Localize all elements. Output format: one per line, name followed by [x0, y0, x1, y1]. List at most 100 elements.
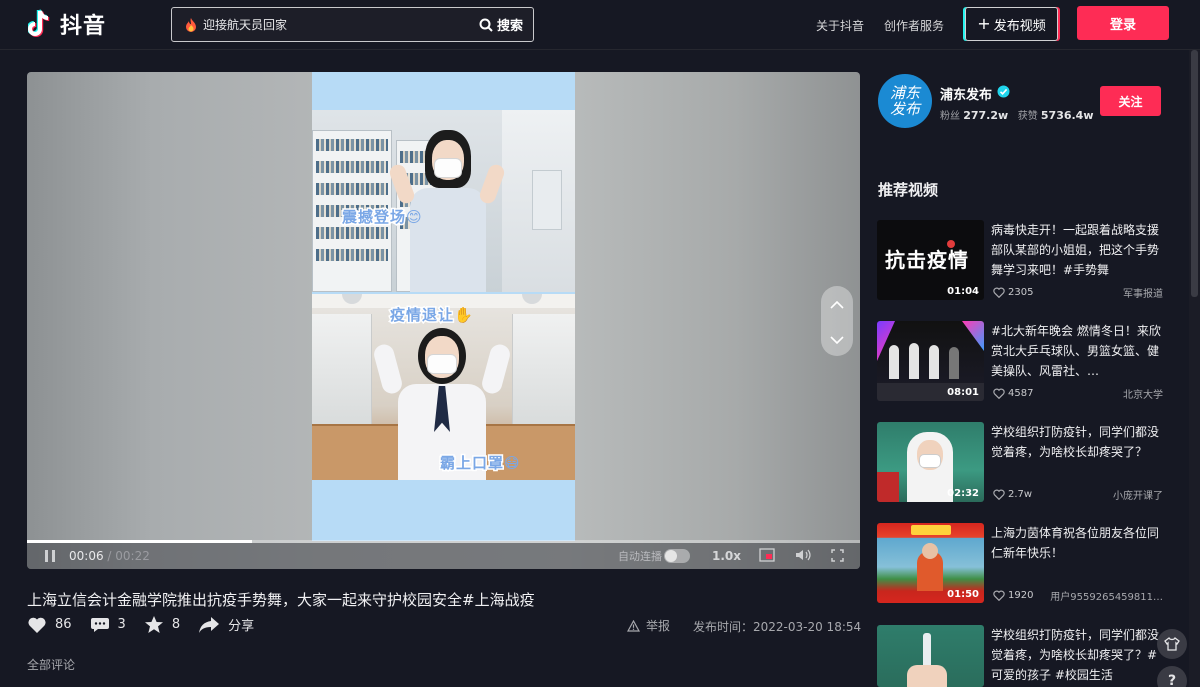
chevron-down-icon[interactable] [830, 329, 844, 348]
recommend-thumbnail: 抗击疫情 01:04 [877, 220, 984, 300]
recommend-meta: 2.7w 小庞开课了 [993, 487, 1163, 502]
recommend-title: 推荐视频 [878, 181, 939, 199]
creator-service-link[interactable]: 创作者服务 [884, 17, 944, 34]
recommend-author[interactable]: 用户9559265459811… [1050, 588, 1163, 603]
report-button[interactable]: 举报 [627, 617, 670, 634]
page-scrollbar[interactable] [1189, 50, 1200, 687]
current-time: 00:06 [69, 549, 104, 563]
video-player[interactable]: 震撼登场😊 疫情退让✋ 霸上口罩😷 00:06 / 00:22 自动连播 1.0… [27, 72, 860, 569]
recommend-author[interactable]: 小庞开课了 [1113, 487, 1163, 502]
video-duration: 01:04 [947, 286, 979, 297]
player-controls: 00:06 / 00:22 自动连播 1.0x [27, 543, 860, 569]
question-icon: ? [1167, 673, 1177, 687]
speed-button[interactable]: 1.0x [712, 549, 741, 563]
warning-icon [627, 619, 640, 632]
publish-time: 发布时间：2022-03-20 18:54 [693, 620, 862, 634]
video-duration: 02:32 [947, 488, 979, 499]
recommend-description: #北大新年晚会 燃情冬日！来欣赏北大乒乓球队、男篮女篮、健美操队、风雷社、… [991, 324, 1161, 378]
author-avatar[interactable]: 浦东发布 [878, 74, 932, 128]
video-switch-nav[interactable] [821, 286, 853, 356]
hot-fire-icon [184, 17, 198, 33]
video-title: 上海立信会计金融学院推出抗疫手势舞，大家一起来守护校园安全#上海战疫 [27, 591, 535, 609]
recommend-thumbnail [877, 625, 984, 687]
search-input[interactable] [198, 17, 479, 32]
author-avatar-text: 浦东发布 [889, 84, 920, 118]
recommend-meta: 1920 用户9559265459811… [993, 588, 1163, 603]
recommend-likes: 4587 [1008, 388, 1034, 399]
fans-label: 粉丝 [940, 111, 960, 122]
fullscreen-icon[interactable] [831, 547, 844, 566]
tshirt-skin-button[interactable] [1157, 629, 1187, 659]
search-box: 搜索 [171, 7, 534, 42]
pause-icon[interactable] [45, 550, 55, 562]
publish-video-label: 发布视频 [993, 18, 1046, 34]
recommend-author[interactable]: 北京大学 [1123, 386, 1163, 401]
author-stats: 粉丝 277.2w 获赞 5736.4w [940, 107, 1094, 122]
author-name: 浦东发布 [940, 88, 993, 103]
recommend-author[interactable]: 军事报道 [1123, 285, 1163, 300]
author-name-row[interactable]: 浦东发布 [940, 84, 1010, 103]
recommend-meta: 4587 北京大学 [993, 386, 1163, 401]
recommend-item[interactable]: 08:01 #北大新年晚会 燃情冬日！来欣赏北大乒乓球队、男篮女篮、健美操队、风… [877, 321, 1163, 401]
heart-outline-icon [993, 287, 1005, 298]
recommend-description: 病毒快走开！一起跟着战略支援部队某部的小姐姐，把这个手势舞学习来吧！#手势舞 [991, 223, 1160, 277]
chevron-up-icon[interactable] [830, 294, 844, 313]
recommend-item[interactable]: 02:32 学校组织打防疫针，同学们都没觉着疼，为啥校长却疼哭了？ 2.7w 小… [877, 422, 1163, 502]
login-button[interactable]: 登录 [1077, 6, 1169, 40]
time-separator: / [103, 549, 116, 563]
douyin-logo[interactable]: 抖音 [26, 8, 107, 40]
recommend-item[interactable]: 01:50 上海力茵体育祝各位朋友各位同仁新年快乐！ 1920 用户955926… [877, 523, 1163, 603]
search-icon [479, 18, 493, 32]
video-duration: 08:01 [947, 387, 979, 398]
recommend-thumbnail: 08:01 [877, 321, 984, 401]
heart-outline-icon [993, 489, 1005, 500]
recommend-description: 学校组织打防疫针，同学们都没觉着疼，为啥校长却疼哭了？#可爱的孩子 #校园生活 [991, 628, 1160, 682]
recommend-item[interactable]: 学校组织打防疫针，同学们都没觉着疼，为啥校长却疼哭了？#可爱的孩子 #校园生活 [877, 625, 1162, 687]
top-header: 抖音 搜索 关于抖音 创作者服务 + 发布视频 登录 [0, 0, 1200, 50]
likes-count: 5736.4w [1040, 109, 1094, 122]
volume-icon[interactable] [795, 547, 811, 566]
recommend-description: 上海力茵体育祝各位朋友各位同仁新年快乐！ [991, 526, 1160, 560]
share-button[interactable]: 分享 [198, 615, 254, 634]
smile-emoji-icon: 😊 [406, 208, 423, 226]
publish-video-button[interactable]: + 发布视频 [965, 7, 1058, 41]
help-button[interactable]: ? [1157, 666, 1187, 687]
sticker-top: 震撼登场😊 [340, 207, 423, 228]
picture-in-picture-icon[interactable] [759, 547, 775, 566]
plus-icon: + [977, 14, 991, 33]
comment-count: 3 [117, 617, 126, 632]
recommend-thumbnail: 01:50 [877, 523, 984, 603]
like-button[interactable]: 86 [27, 616, 72, 634]
favorite-button[interactable]: 8 [144, 615, 180, 634]
mask-emoji-icon: 😷 [504, 454, 521, 472]
like-count: 86 [55, 617, 72, 632]
autoplay-toggle[interactable] [664, 549, 690, 563]
star-icon [144, 616, 163, 633]
comment-button[interactable]: 3 [90, 616, 126, 634]
duration: 00:22 [115, 549, 150, 563]
video-scene-bottom: 疫情退让✋ 霸上口罩😷 [312, 294, 575, 480]
thumb-caption: 抗击疫情 [885, 248, 969, 272]
autoplay-label: 自动连播 [618, 550, 662, 563]
recommend-likes: 2.7w [1008, 489, 1033, 500]
search-button[interactable]: 搜索 [479, 15, 523, 34]
recommend-item[interactable]: 抗击疫情 01:04 病毒快走开！一起跟着战略支援部队某部的小姐姐，把这个手势舞… [877, 220, 1163, 300]
heart-outline-icon [993, 590, 1005, 601]
follow-button[interactable]: 关注 [1100, 86, 1161, 116]
fans-count: 277.2w [963, 109, 1009, 122]
recommend-likes: 2305 [1008, 287, 1034, 298]
likes-label: 获赞 [1017, 111, 1038, 122]
video-frame: 震撼登场😊 疫情退让✋ 霸上口罩😷 [312, 72, 575, 541]
search-button-label: 搜索 [496, 19, 523, 34]
share-arrow-icon [199, 616, 220, 633]
wave-hand-icon: ✋ [454, 306, 474, 324]
recommend-likes: 1920 [1008, 590, 1034, 601]
app-name: 抖音 [60, 14, 107, 39]
page-scrollbar-thumb[interactable] [1191, 50, 1198, 297]
about-link[interactable]: 关于抖音 [816, 17, 864, 34]
favorite-count: 8 [171, 617, 181, 632]
sticker-bottom: 霸上口罩😷 [438, 453, 521, 474]
verified-badge-icon [997, 85, 1010, 102]
recommend-description: 学校组织打防疫针，同学们都没觉着疼，为啥校长却疼哭了？ [991, 425, 1160, 459]
heart-icon [28, 617, 46, 633]
